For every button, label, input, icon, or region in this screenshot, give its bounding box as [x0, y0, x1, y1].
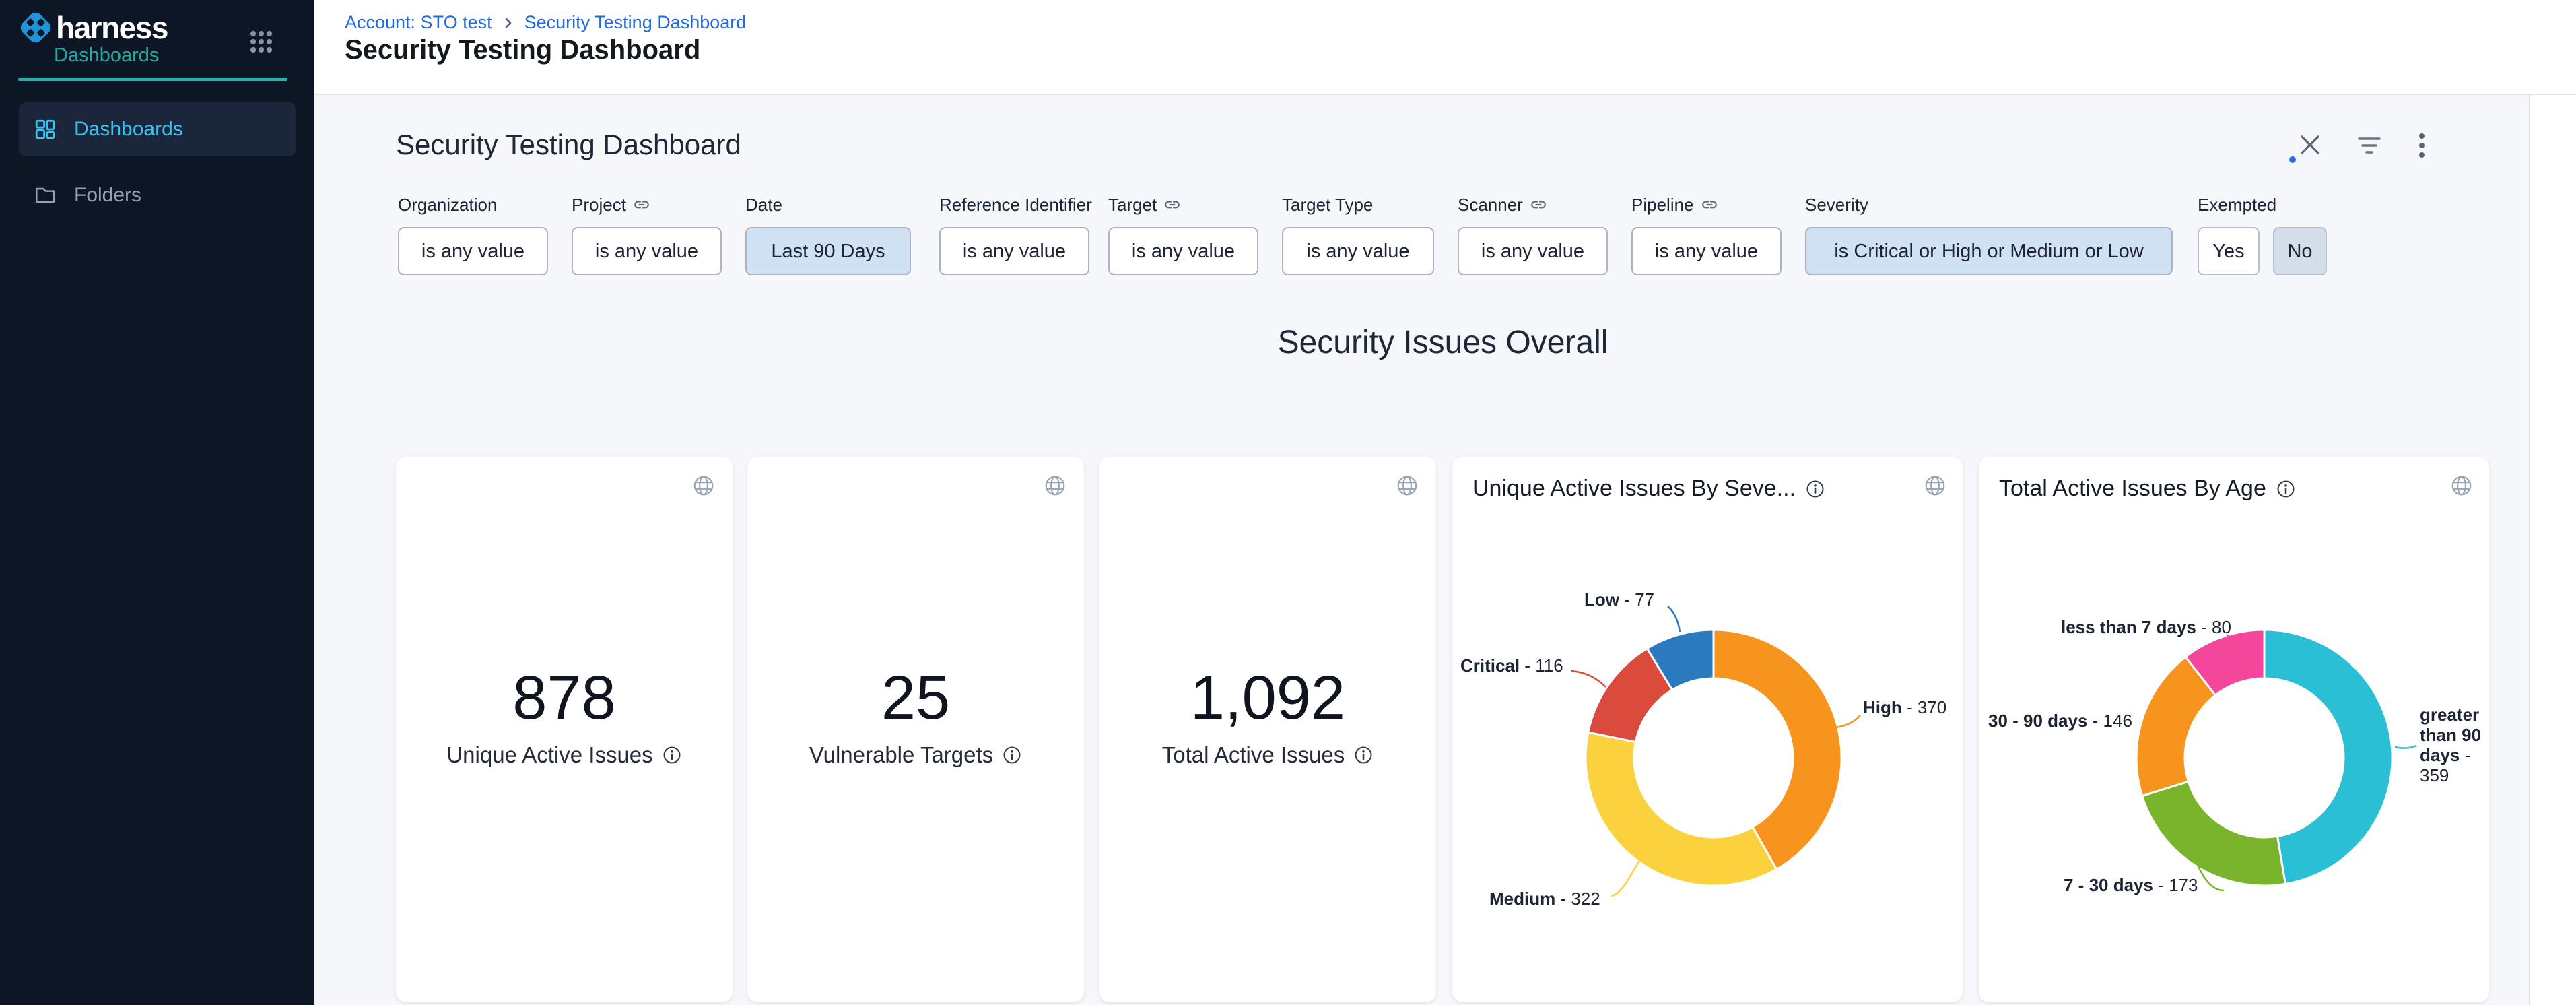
- sidebar-divider: [18, 78, 287, 81]
- filter-label: Target Type: [1282, 195, 1434, 215]
- stat-label: Unique Active Issues: [396, 742, 733, 768]
- donut-segment-high[interactable]: [1714, 630, 1841, 869]
- segment-label: Critical - 116: [1460, 655, 1563, 676]
- stat-card-unique-active-issues: 878 Unique Active Issues: [396, 457, 733, 1002]
- stat-value: 1,092: [1099, 663, 1436, 734]
- filter-scanner: Scanner is any value: [1458, 195, 1608, 275]
- filter-label: Scanner: [1458, 195, 1608, 215]
- filter-value[interactable]: is Critical or High or Medium or Low: [1805, 227, 2173, 275]
- stat-card-total-active-issues: 1,092 Total Active Issues: [1099, 457, 1436, 1002]
- section-title: Security Issues Overall: [396, 324, 2490, 361]
- harness-logo-icon: [18, 10, 53, 45]
- top-header: Account: STO test Security Testing Dashb…: [314, 0, 2576, 95]
- filter-value[interactable]: Last 90 Days: [745, 227, 911, 275]
- folder-icon: [34, 184, 57, 207]
- filter-value[interactable]: is any value: [1631, 227, 1782, 275]
- logo-wordmark: harness: [56, 9, 168, 46]
- sidebar-item-dashboards[interactable]: Dashboards: [19, 102, 296, 156]
- filter-target: Target is any value: [1108, 195, 1258, 275]
- dashboard-panel: Security Testing Dashboard Organization i…: [314, 95, 2530, 1005]
- callout-line: [1836, 715, 1860, 727]
- globe-icon[interactable]: [1396, 474, 1419, 497]
- exempted-toggle: Yes No: [2198, 227, 2327, 275]
- filter-pipeline: Pipeline is any value: [1631, 195, 1782, 275]
- breadcrumb-account[interactable]: Account: STO test: [345, 12, 492, 33]
- filter-exempted: Exempted Yes No: [2198, 195, 2327, 275]
- info-icon[interactable]: [662, 745, 682, 765]
- globe-icon[interactable]: [692, 474, 715, 497]
- kebab-menu-icon[interactable]: [2418, 133, 2426, 158]
- app-switcher-icon[interactable]: [249, 30, 273, 54]
- harness-logo[interactable]: harness: [18, 9, 168, 46]
- linked-filter-icon: [1701, 196, 1718, 214]
- exempted-option-yes[interactable]: Yes: [2198, 227, 2260, 275]
- filter-label: Project: [572, 195, 722, 215]
- module-label: Dashboards: [54, 44, 159, 67]
- sidebar-item-folders[interactable]: Folders: [19, 168, 296, 222]
- linked-filter-icon: [1530, 196, 1547, 214]
- stat-value: 25: [747, 663, 1084, 734]
- segment-label: Low - 77: [1584, 589, 1654, 610]
- callout-line: [2395, 746, 2416, 748]
- filter-label: Pipeline: [1631, 195, 1782, 215]
- app-root: harness Dashboards Dashboards Fold: [0, 0, 2576, 1005]
- filter-label: Severity: [1805, 195, 2173, 215]
- filter-date: Date Last 90 Days: [745, 195, 911, 275]
- filter-organization: Organization is any value: [398, 195, 548, 275]
- donut-segment-7-30-days[interactable]: [2142, 781, 2286, 886]
- filter-label: Date: [745, 195, 911, 215]
- info-icon[interactable]: [1353, 745, 1374, 765]
- exempted-option-no[interactable]: No: [2273, 227, 2327, 275]
- sidebar-item-label: Dashboards: [74, 118, 183, 141]
- filter-value[interactable]: is any value: [1458, 227, 1608, 275]
- filter-icon[interactable]: [2357, 137, 2381, 156]
- filter-value[interactable]: is any value: [939, 227, 1089, 275]
- globe-icon[interactable]: [1044, 474, 1066, 497]
- segment-label: less than 7 days - 80: [2061, 616, 2231, 638]
- linked-filter-icon: [1163, 196, 1181, 214]
- chart-card-0: Unique Active Issues By Seve...High - 37…: [1452, 457, 1963, 1002]
- donut-segment-medium[interactable]: [1586, 732, 1777, 886]
- notification-dot: [2289, 156, 2296, 163]
- linked-filter-icon: [633, 196, 650, 214]
- filter-value[interactable]: is any value: [1108, 227, 1258, 275]
- donut-segment-greater-than-90-days[interactable]: [2264, 630, 2392, 884]
- callout-line: [1611, 861, 1639, 896]
- segment-label: greater than 90 days - 359: [2420, 705, 2487, 785]
- close-icon[interactable]: [2299, 134, 2321, 156]
- filter-reference-identifier: Reference Identifier is any value: [939, 195, 1092, 275]
- sidebar: harness Dashboards Dashboards Fold: [0, 0, 314, 1005]
- segment-label: 30 - 90 days - 146: [1988, 710, 2132, 732]
- segment-label: 7 - 30 days - 173: [2064, 874, 2198, 896]
- stat-label: Vulnerable Targets: [747, 742, 1084, 768]
- filter-label: Organization: [398, 195, 548, 215]
- sidebar-item-label: Folders: [74, 184, 141, 207]
- breadcrumb-dashboard[interactable]: Security Testing Dashboard: [524, 12, 747, 33]
- segment-label: Medium - 322: [1489, 888, 1600, 909]
- filter-value[interactable]: is any value: [1282, 227, 1434, 275]
- segment-label: High - 370: [1863, 696, 1946, 718]
- page-title: Security Testing Dashboard: [345, 35, 700, 65]
- info-icon[interactable]: [1002, 745, 1022, 765]
- filter-project: Project is any value: [572, 195, 722, 275]
- callout-line: [1571, 671, 1606, 687]
- filter-target-type: Target Type is any value: [1282, 195, 1434, 275]
- stat-card-vulnerable-targets: 25 Vulnerable Targets: [747, 457, 1084, 1002]
- stat-label: Total Active Issues: [1099, 742, 1436, 768]
- filter-label: Exempted: [2198, 195, 2327, 215]
- filter-value[interactable]: is any value: [398, 227, 548, 275]
- stat-value: 878: [396, 663, 733, 734]
- filter-severity: Severity is Critical or High or Medium or…: [1805, 195, 2173, 275]
- chart-card-1: Total Active Issues By Agegreater than 9…: [1979, 457, 2489, 1002]
- filter-label: Target: [1108, 195, 1258, 215]
- dashboards-icon: [34, 118, 57, 141]
- filter-label: Reference Identifier: [939, 195, 1092, 215]
- callout-line: [1668, 606, 1680, 632]
- chevron-right-icon: [502, 16, 515, 30]
- breadcrumb: Account: STO test Security Testing Dashb…: [345, 12, 746, 33]
- donut-chart: [1452, 457, 1963, 1002]
- filter-value[interactable]: is any value: [572, 227, 722, 275]
- dashboard-title: Security Testing Dashboard: [396, 129, 741, 161]
